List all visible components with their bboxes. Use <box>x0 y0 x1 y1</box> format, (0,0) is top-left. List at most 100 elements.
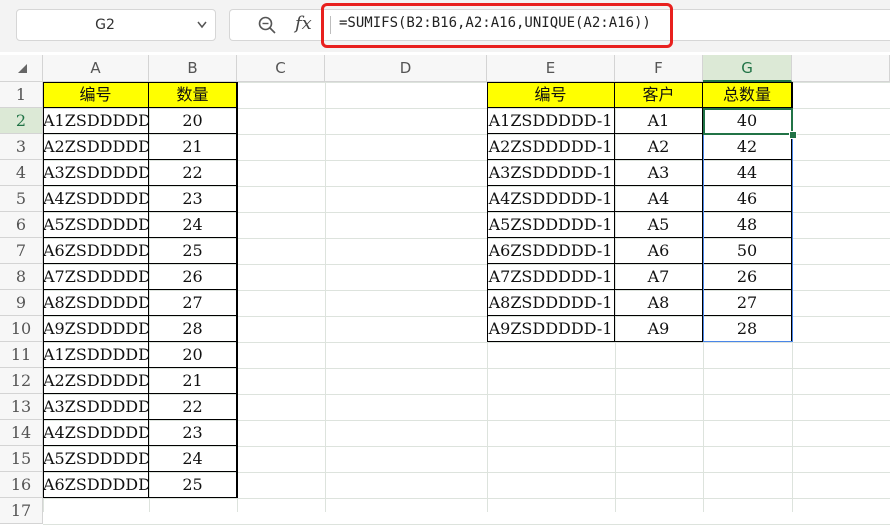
table-cell[interactable]: 24 <box>149 446 237 472</box>
table-cell[interactable]: 27 <box>149 290 237 316</box>
column-header-c[interactable]: C <box>237 55 325 82</box>
grid-vline <box>325 82 326 512</box>
table-cell[interactable]: 46 <box>703 186 792 212</box>
row-header-5[interactable]: 5 <box>0 186 43 212</box>
column-header-e[interactable]: E <box>487 55 615 82</box>
table-cell[interactable]: A3 <box>615 160 703 186</box>
row-header-8[interactable]: 8 <box>0 264 43 290</box>
table-cell[interactable]: A5ZSDDDDD <box>43 446 149 472</box>
column-header-empty <box>792 55 890 82</box>
table-cell[interactable]: A9 <box>615 316 703 342</box>
table-cell[interactable]: 25 <box>149 472 237 498</box>
formula-text[interactable]: =SUMIFS(B2:B16,A2:A16,UNIQUE(A2:A16)) <box>339 15 651 31</box>
table-cell[interactable]: A9ZSDDDDD <box>43 316 149 342</box>
table-cell[interactable]: 22 <box>149 160 237 186</box>
grid-vline <box>792 82 793 512</box>
table-cell[interactable]: A1ZSDDDDD-1 <box>487 108 615 134</box>
table-cell[interactable]: 23 <box>149 186 237 212</box>
column-header-d[interactable]: D <box>325 55 487 82</box>
row-header-9[interactable]: 9 <box>0 290 43 316</box>
row-header-13[interactable]: 13 <box>0 394 43 420</box>
row-header-2[interactable]: 2 <box>0 108 43 134</box>
header-cell[interactable]: 数量 <box>149 82 237 108</box>
table-cell[interactable]: A2ZSDDDDD <box>43 368 149 394</box>
table-cell[interactable]: A7ZSDDDDD <box>43 264 149 290</box>
table-cell[interactable]: 22 <box>149 394 237 420</box>
table-cell[interactable]: A8ZSDDDDD <box>43 290 149 316</box>
table-cell[interactable]: 23 <box>149 420 237 446</box>
table-cell[interactable]: 48 <box>703 212 792 238</box>
zoom-icon[interactable] <box>257 15 277 35</box>
table-cell[interactable]: A1ZSDDDDD <box>43 342 149 368</box>
row-header-3[interactable]: 3 <box>0 134 43 160</box>
column-header-g[interactable]: G <box>703 55 792 82</box>
table-cell[interactable]: A6 <box>615 238 703 264</box>
table-cell[interactable]: 42 <box>703 134 792 160</box>
fill-handle[interactable] <box>789 131 797 139</box>
row-header-15[interactable]: 15 <box>0 446 43 472</box>
formula-bar: G2 fx =SUMIFS(B2:B16,A2:A16,UNIQUE(A2:A1… <box>0 0 890 52</box>
column-header-a[interactable]: A <box>43 55 149 82</box>
table-cell[interactable]: A5 <box>615 212 703 238</box>
table-cell[interactable]: 21 <box>149 368 237 394</box>
table-cell[interactable]: 44 <box>703 160 792 186</box>
grid-hline <box>43 498 890 499</box>
row-header-14[interactable]: 14 <box>0 420 43 446</box>
table-cell[interactable]: 26 <box>149 264 237 290</box>
chevron-down-icon[interactable] <box>195 19 209 31</box>
table-cell[interactable]: A2 <box>615 134 703 160</box>
column-header-b[interactable]: B <box>149 55 237 82</box>
table-cell[interactable]: 50 <box>703 238 792 264</box>
row-header-10[interactable]: 10 <box>0 316 43 342</box>
column-header-f[interactable]: F <box>615 55 703 82</box>
table-cell[interactable]: A8 <box>615 290 703 316</box>
header-cell[interactable]: 总数量 <box>703 82 792 108</box>
row-header-4[interactable]: 4 <box>0 160 43 186</box>
table-cell[interactable]: 28 <box>149 316 237 342</box>
row-header-11[interactable]: 11 <box>0 342 43 368</box>
table-cell[interactable]: A4ZSDDDDD <box>43 420 149 446</box>
table-cell[interactable]: A3ZSDDDDD-1 <box>487 160 615 186</box>
row-header-1[interactable]: 1 <box>0 82 43 108</box>
table-cell[interactable]: A3ZSDDDDD <box>43 394 149 420</box>
table-cell[interactable]: 20 <box>149 342 237 368</box>
table-cell[interactable]: 20 <box>149 108 237 134</box>
table-cell[interactable]: 40 <box>703 108 792 134</box>
table-cell[interactable]: A2ZSDDDDD-1 <box>487 134 615 160</box>
fx-label: fx <box>295 13 312 34</box>
table-cell[interactable]: A1ZSDDDDD <box>43 108 149 134</box>
table-cell[interactable]: 25 <box>149 238 237 264</box>
table-cell[interactable]: A6ZSDDDDD <box>43 472 149 498</box>
table-cell[interactable]: 27 <box>703 290 792 316</box>
table-cell[interactable]: 26 <box>703 264 792 290</box>
row-header-16[interactable]: 16 <box>0 472 43 498</box>
header-cell[interactable]: 客户 <box>615 82 703 108</box>
row-header-7[interactable]: 7 <box>0 238 43 264</box>
table-cell[interactable]: A7 <box>615 264 703 290</box>
table-cell[interactable]: A4ZSDDDDD-1 <box>487 186 615 212</box>
table-cell[interactable]: 21 <box>149 134 237 160</box>
formula-separator <box>330 16 331 34</box>
table-cell[interactable]: A6ZSDDDDD <box>43 238 149 264</box>
row-header-17[interactable]: 17 <box>0 498 43 524</box>
table-cell[interactable]: A1 <box>615 108 703 134</box>
table-cell[interactable]: A3ZSDDDDD <box>43 160 149 186</box>
header-cell[interactable]: 编号 <box>487 82 615 108</box>
row-header-12[interactable]: 12 <box>0 368 43 394</box>
grid-vline <box>237 82 238 512</box>
table-cell[interactable]: A6ZSDDDDD-1 <box>487 238 615 264</box>
table-cell[interactable]: A2ZSDDDDD <box>43 134 149 160</box>
table-cell[interactable]: A9ZSDDDDD-1 <box>487 316 615 342</box>
table-cell[interactable]: A4 <box>615 186 703 212</box>
table-cell[interactable]: A7ZSDDDDD-1 <box>487 264 615 290</box>
table-cell[interactable]: A4ZSDDDDD <box>43 186 149 212</box>
header-cell[interactable]: 编号 <box>43 82 149 108</box>
fx-icon[interactable]: fx <box>295 13 312 34</box>
table-cell[interactable]: 28 <box>703 316 792 342</box>
table-cell[interactable]: 24 <box>149 212 237 238</box>
name-box[interactable]: G2 <box>16 9 216 41</box>
table-cell[interactable]: A5ZSDDDDD <box>43 212 149 238</box>
row-header-6[interactable]: 6 <box>0 212 43 238</box>
table-cell[interactable]: A8ZSDDDDD-1 <box>487 290 615 316</box>
table-cell[interactable]: A5ZSDDDDD-1 <box>487 212 615 238</box>
